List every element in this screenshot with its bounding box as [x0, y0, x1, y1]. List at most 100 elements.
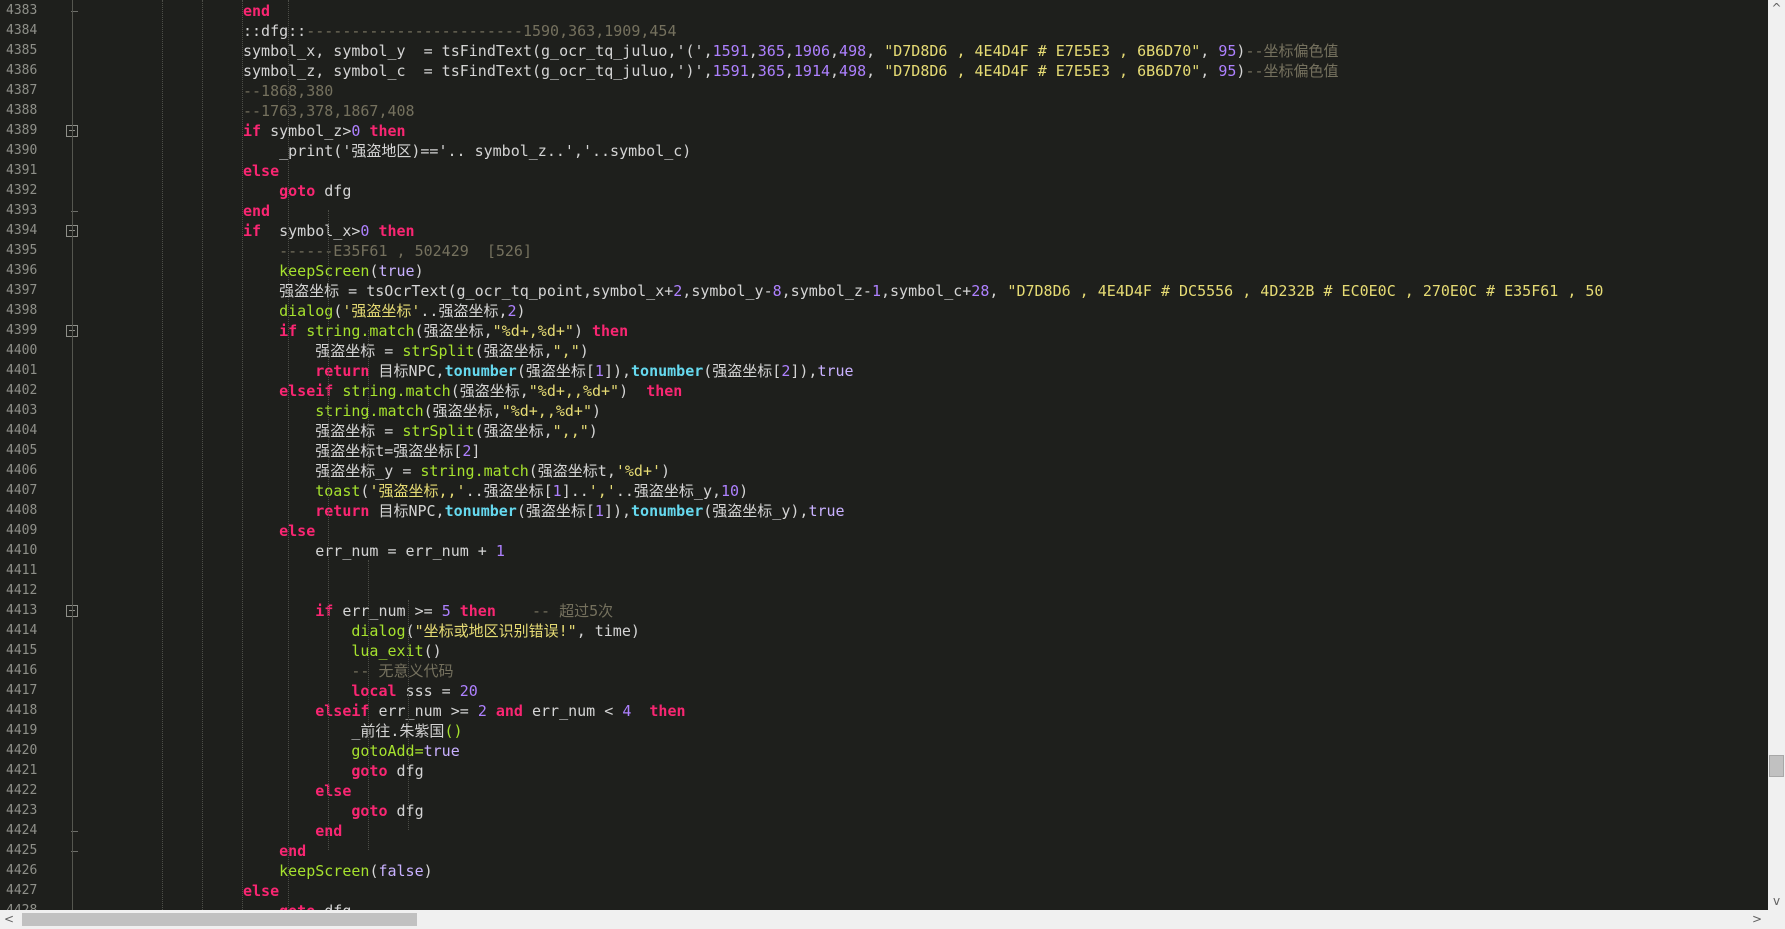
code-token: end — [243, 202, 271, 220]
code-token: (强盗坐标, — [423, 402, 502, 420]
code-line[interactable]: _print('强盗地区)=='.. symbol_z..','..symbol… — [243, 141, 691, 161]
code-token: string.match — [315, 402, 424, 420]
code-token: 2 — [477, 702, 487, 720]
line-number: 4396 — [6, 263, 38, 278]
code-line[interactable]: else — [243, 781, 351, 801]
code-token: _前往.朱紫国 — [243, 722, 445, 740]
code-token: lua_exit — [351, 642, 424, 660]
scroll-left-icon[interactable]: < — [0, 911, 18, 928]
code-line[interactable]: ::dfg::------------------------1590,363,… — [243, 21, 676, 41]
code-line[interactable]: elseif string.match(强盗坐标,"%d+,,%d+") the… — [243, 381, 682, 401]
code-line[interactable]: keepScreen(false) — [243, 861, 433, 881]
code-line[interactable]: if string.match(强盗坐标,"%d+,%d+") then — [243, 321, 628, 341]
line-number: 4423 — [6, 803, 38, 818]
code-token: goto — [351, 762, 388, 780]
code-line[interactable]: elseif err_num >= 2 and err_num < 4 then — [243, 701, 685, 721]
code-token: 1591 — [712, 42, 749, 60]
code-line[interactable]: toast('强盗坐标,,'..强盗坐标[1]..','..强盗坐标_y,10) — [243, 481, 748, 501]
code-line[interactable]: goto dfg — [243, 181, 351, 201]
code-token: dialog — [351, 622, 406, 640]
code-line[interactable]: else — [243, 881, 279, 901]
code-line[interactable]: symbol_x, symbol_y = tsFindText(g_ocr_tq… — [243, 41, 1339, 61]
code-token: ,symbol_y- — [682, 282, 773, 300]
code-line[interactable]: 强盗坐标 = strSplit(强盗坐标,",") — [243, 341, 589, 361]
code-token: --坐标偏色值 — [1245, 62, 1339, 80]
code-line[interactable]: end — [243, 841, 306, 861]
indent-guide — [242, 0, 243, 910]
code-area[interactable]: end::dfg::------------------------1590,3… — [86, 0, 1768, 910]
code-line[interactable]: -- 无意义代码 — [243, 661, 453, 681]
code-editor[interactable]: 4383 4384 4385 4386 4387 4388 4389 4390 4391 4392… — [0, 0, 1785, 929]
code-line[interactable]: ------E35F61 , 502429 [526] — [243, 241, 532, 261]
horizontal-scrollbar[interactable]: < > — [0, 910, 1785, 929]
code-line[interactable]: return 目标NPC,tonumber(强盗坐标[1]),tonumber(… — [243, 501, 844, 521]
code-line[interactable]: return 目标NPC,tonumber(强盗坐标[1]),tonumber(… — [243, 361, 853, 381]
code-line[interactable]: end — [243, 201, 270, 221]
code-line[interactable]: dialog("坐标或地区识别错误!", time) — [243, 621, 640, 641]
code-line[interactable]: keepScreen(true) — [243, 261, 424, 281]
code-token: then — [646, 382, 683, 400]
line-number: 4421 — [6, 763, 38, 778]
code-token: strSplit — [402, 342, 475, 360]
code-line[interactable]: local sss = 20 — [243, 681, 477, 701]
code-line[interactable]: 强盗坐标 = strSplit(强盗坐标,",,") — [243, 421, 598, 441]
scroll-up-icon[interactable]: ^ — [1768, 0, 1785, 17]
line-number: 4403 — [6, 403, 38, 418]
code-token: dfg — [387, 762, 424, 780]
line-number: 4383 — [6, 3, 38, 18]
code-token: "D7D8D6 , 4E4D4F # DC5556 , 4D232B # EC0… — [1007, 282, 1604, 300]
code-token: 2 — [507, 302, 517, 320]
code-token: , — [784, 62, 794, 80]
line-number: 4391 — [6, 163, 38, 178]
code-token: , — [830, 42, 840, 60]
code-token: (强盗坐标[ — [516, 502, 595, 520]
code-line[interactable]: gotoAdd=true — [243, 741, 459, 761]
line-number: 4408 — [6, 503, 38, 518]
code-line[interactable]: symbol_z, symbol_c = tsFindText(g_ocr_tq… — [243, 61, 1339, 81]
code-line[interactable]: 强盗坐标_y = string.match(强盗坐标t,'%d+') — [243, 461, 670, 481]
code-token: (强盗坐标[ — [703, 362, 782, 380]
code-line[interactable]: goto dfg — [243, 901, 351, 910]
code-token: , — [1200, 42, 1219, 60]
code-line[interactable]: else — [243, 161, 279, 181]
code-token: tonumber — [631, 362, 704, 380]
code-line[interactable]: if err_num >= 5 then -- 超过5次 — [243, 601, 613, 621]
code-line[interactable]: end — [243, 1, 270, 21]
scroll-down-icon[interactable]: v — [1768, 893, 1785, 910]
code-token: -- 超过5次 — [532, 602, 614, 620]
vertical-scrollbar[interactable]: ^ v — [1768, 0, 1785, 910]
code-token: ..强盗坐标, — [420, 302, 508, 320]
code-line[interactable]: goto dfg — [243, 761, 424, 781]
code-token: 498 — [839, 42, 867, 60]
code-line[interactable]: else — [243, 521, 315, 541]
code-line[interactable]: goto dfg — [243, 801, 423, 821]
line-number: 4387 — [6, 83, 38, 98]
code-line[interactable]: if symbol_z>0 then — [243, 121, 406, 141]
scroll-right-icon[interactable]: > — [1748, 911, 1766, 928]
code-line[interactable]: 强盗坐标t=强盗坐标[2] — [243, 441, 480, 461]
code-line[interactable]: dialog('强盗坐标'..强盗坐标,2) — [243, 301, 525, 321]
code-line[interactable]: --1763,378,1867,408 — [243, 101, 415, 121]
line-number: 4417 — [6, 683, 38, 698]
code-token: "坐标或地区识别错误!" — [414, 622, 577, 640]
code-token: 1 — [594, 502, 604, 520]
code-token: local — [351, 682, 397, 700]
vertical-scroll-thumb[interactable] — [1769, 755, 1784, 777]
code-token: ) — [619, 382, 647, 400]
code-token: err_num < — [522, 702, 623, 720]
horizontal-scroll-thumb[interactable] — [22, 913, 417, 926]
line-number: 4385 — [6, 43, 38, 58]
code-line[interactable]: 强盗坐标 = tsOcrText(g_ocr_tq_point,symbol_x… — [243, 281, 1603, 301]
code-line[interactable]: lua_exit() — [243, 641, 441, 661]
code-token: ,symbol_z- — [781, 282, 872, 300]
code-token: if — [243, 122, 262, 140]
code-line[interactable]: string.match(强盗坐标,"%d+,,%d+") — [243, 401, 601, 421]
code-line[interactable]: err_num = err_num + 1 — [243, 541, 505, 561]
code-token: "," — [552, 342, 580, 360]
code-line[interactable]: _前往.朱紫国() — [243, 721, 462, 741]
